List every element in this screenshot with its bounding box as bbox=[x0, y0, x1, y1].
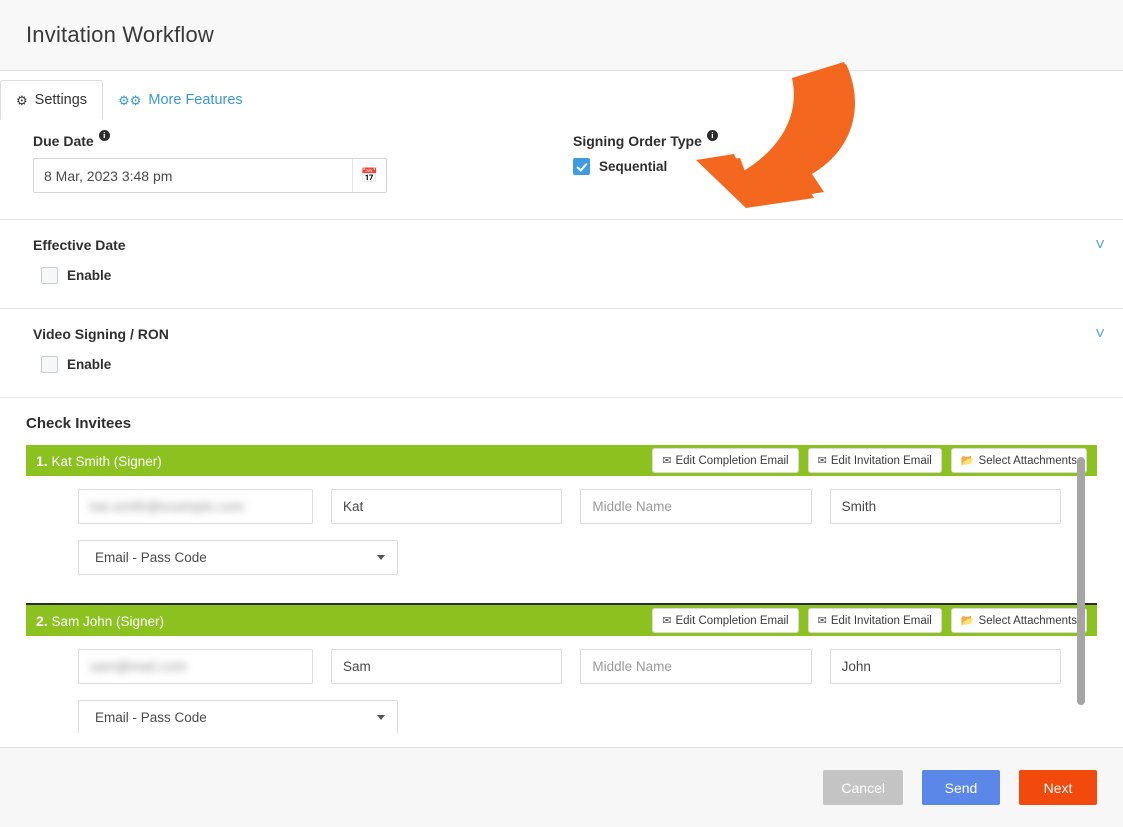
folder-open-icon: 📂 bbox=[960, 615, 975, 627]
edit-completion-email-button[interactable]: ✉ Edit Completion Email bbox=[652, 448, 799, 473]
envelope-icon: ✉ bbox=[662, 455, 672, 467]
email-value-redacted: sam@mail.com bbox=[90, 659, 187, 674]
signing-order-group: Signing Order Type i Sequential bbox=[566, 130, 1097, 193]
email-field[interactable]: kat.smith@example.com bbox=[78, 489, 313, 524]
invitee-header: 1. Kat Smith (Signer) ✉ Edit Completion … bbox=[26, 445, 1097, 476]
cancel-button[interactable]: Cancel bbox=[823, 770, 903, 805]
tab-more-features[interactable]: ⚙⚙ More Features bbox=[103, 80, 258, 120]
last-name-field[interactable]: Smith bbox=[829, 489, 1061, 524]
due-date-label-wrap: Due Date i bbox=[26, 130, 566, 149]
invitee-name-fields: sam@mail.com Sam Middle Name John bbox=[26, 649, 1097, 684]
chevron-down-icon bbox=[377, 715, 385, 720]
invitee-title: 2. Sam John (Signer) bbox=[36, 613, 652, 629]
gears-icon: ⚙⚙ bbox=[118, 92, 142, 108]
next-button[interactable]: Next bbox=[1019, 770, 1097, 805]
info-icon[interactable]: i bbox=[706, 130, 718, 141]
tab-settings[interactable]: ⚙ Settings bbox=[0, 80, 104, 120]
invitees-scroll-area: 1. Kat Smith (Signer) ✉ Edit Completion … bbox=[26, 445, 1097, 733]
auth-method-value: Email - Pass Code bbox=[95, 550, 207, 565]
section-video-signing-title: Video Signing / RON bbox=[33, 326, 169, 342]
due-date-input[interactable]: 8 Mar, 2023 3:48 pm 📅 bbox=[33, 158, 387, 193]
invitee-name-fields: kat.smith@example.com Kat Middle Name Sm… bbox=[26, 489, 1097, 524]
edit-completion-email-label: Edit Completion Email bbox=[675, 454, 789, 467]
check-invitees-title: Check Invitees bbox=[26, 415, 132, 432]
section-video-signing: Video Signing / RON ˅ Enable bbox=[0, 309, 1123, 398]
select-attachments-button[interactable]: 📂 Select Attachments bbox=[950, 608, 1087, 633]
invitee-body: kat.smith@example.com Kat Middle Name Sm… bbox=[26, 476, 1097, 585]
invitee-header: 2. Sam John (Signer) ✉ Edit Completion E… bbox=[26, 605, 1097, 636]
edit-invitation-email-button[interactable]: ✉ Edit Invitation Email bbox=[807, 448, 942, 473]
auth-method-select[interactable]: Email - Pass Code bbox=[78, 700, 398, 733]
sequential-checkbox[interactable] bbox=[573, 158, 590, 175]
tab-settings-label: Settings bbox=[34, 92, 88, 108]
select-attachments-label: Select Attachments bbox=[978, 614, 1077, 627]
select-attachments-label: Select Attachments bbox=[978, 454, 1077, 467]
invitee-title: 1. Kat Smith (Signer) bbox=[36, 453, 652, 469]
section-effective-date-title: Effective Date bbox=[33, 237, 126, 253]
middle-name-field[interactable]: Middle Name bbox=[580, 649, 812, 684]
video-signing-enable-checkbox[interactable] bbox=[41, 356, 58, 373]
folder-open-icon: 📂 bbox=[960, 455, 975, 467]
invitee-header-buttons: ✉ Edit Completion Email ✉ Edit Invitatio… bbox=[652, 608, 1087, 633]
gear-icon: ⚙ bbox=[16, 92, 28, 108]
invitee-card: 2. Sam John (Signer) ✉ Edit Completion E… bbox=[26, 603, 1097, 733]
chevron-down-icon[interactable]: ˅ bbox=[1095, 236, 1105, 253]
due-date-group: Due Date i 8 Mar, 2023 3:48 pm 📅 bbox=[26, 130, 566, 193]
edit-completion-email-button[interactable]: ✉ Edit Completion Email bbox=[652, 608, 799, 633]
effective-date-enable-checkbox[interactable] bbox=[41, 267, 58, 284]
invitees-scrollbar-thumb[interactable] bbox=[1077, 457, 1085, 705]
auth-method-value: Email - Pass Code bbox=[95, 710, 207, 725]
invitee-header-buttons: ✉ Edit Completion Email ✉ Edit Invitatio… bbox=[652, 448, 1087, 473]
invitee-name: Sam John (Signer) bbox=[51, 613, 165, 629]
dialog-footer: Cancel Send Next bbox=[0, 747, 1123, 827]
effective-date-enable-row[interactable]: Enable bbox=[26, 267, 1097, 284]
chevron-down-icon bbox=[377, 555, 385, 560]
settings-primary-row: Due Date i 8 Mar, 2023 3:48 pm 📅 Signing… bbox=[0, 119, 1123, 220]
video-signing-enable-label: Enable bbox=[67, 357, 112, 372]
invitee-card: 1. Kat Smith (Signer) ✉ Edit Completion … bbox=[26, 445, 1097, 585]
email-value-redacted: kat.smith@example.com bbox=[90, 499, 245, 514]
section-effective-date: Effective Date ˅ Enable bbox=[0, 220, 1123, 309]
envelope-icon: ✉ bbox=[817, 455, 827, 467]
due-date-value: 8 Mar, 2023 3:48 pm bbox=[44, 167, 173, 184]
sequential-label: Sequential bbox=[599, 159, 668, 174]
envelope-icon: ✉ bbox=[817, 615, 827, 627]
send-button[interactable]: Send bbox=[922, 770, 1000, 805]
dialog-titlebar: Invitation Workflow bbox=[0, 0, 1123, 71]
edit-invitation-email-label: Edit Invitation Email bbox=[830, 454, 932, 467]
sequential-checkbox-row[interactable]: Sequential bbox=[566, 158, 1097, 175]
invitee-index: 2. bbox=[36, 612, 48, 629]
email-field[interactable]: sam@mail.com bbox=[78, 649, 313, 684]
invitee-index: 1. bbox=[36, 452, 48, 469]
invitee-body: sam@mail.com Sam Middle Name John Email … bbox=[26, 636, 1097, 733]
first-name-field[interactable]: Kat bbox=[331, 489, 563, 524]
effective-date-enable-label: Enable bbox=[67, 268, 112, 283]
invitee-auth-row: Email - Pass Code bbox=[26, 684, 1097, 733]
calendar-icon[interactable]: 📅 bbox=[352, 159, 386, 192]
signing-order-label: Signing Order Type bbox=[573, 133, 702, 149]
due-date-label: Due Date bbox=[33, 133, 94, 149]
select-attachments-button[interactable]: 📂 Select Attachments bbox=[950, 448, 1087, 473]
tab-bar: ⚙ Settings ⚙⚙ More Features bbox=[0, 71, 1123, 120]
last-name-field[interactable]: John bbox=[829, 649, 1061, 684]
edit-completion-email-label: Edit Completion Email bbox=[675, 614, 789, 627]
auth-method-select[interactable]: Email - Pass Code bbox=[78, 540, 398, 575]
middle-name-field[interactable]: Middle Name bbox=[580, 489, 812, 524]
page-title: Invitation Workflow bbox=[26, 22, 215, 47]
video-signing-enable-row[interactable]: Enable bbox=[26, 356, 1097, 373]
signing-order-label-wrap: Signing Order Type i bbox=[566, 130, 1097, 149]
envelope-icon: ✉ bbox=[662, 615, 672, 627]
info-icon[interactable]: i bbox=[98, 130, 110, 141]
edit-invitation-email-button[interactable]: ✉ Edit Invitation Email bbox=[807, 608, 942, 633]
first-name-field[interactable]: Sam bbox=[331, 649, 563, 684]
tab-more-features-label: More Features bbox=[148, 92, 243, 108]
check-invitees-panel: Check Invitees 1. Kat Smith (Signer) ✉ E… bbox=[0, 398, 1123, 733]
invitee-auth-row: Email - Pass Code bbox=[26, 524, 1097, 575]
edit-invitation-email-label: Edit Invitation Email bbox=[830, 614, 932, 627]
invitation-workflow-dialog: Invitation Workflow ⚙ Settings ⚙⚙ More F… bbox=[0, 0, 1123, 827]
invitee-name: Kat Smith (Signer) bbox=[51, 453, 162, 469]
chevron-down-icon[interactable]: ˅ bbox=[1095, 325, 1105, 342]
